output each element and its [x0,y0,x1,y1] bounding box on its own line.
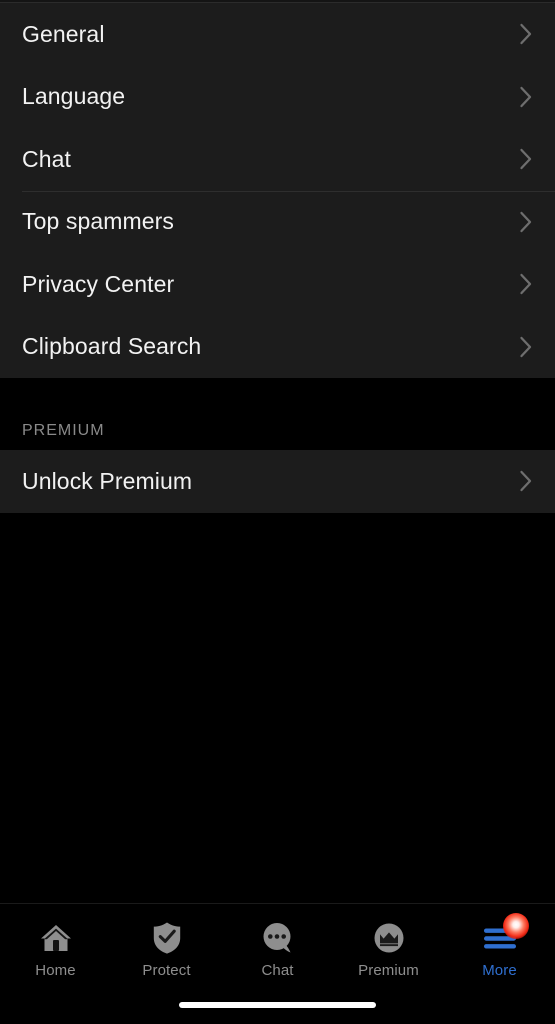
settings-row-language[interactable]: Language [0,65,555,128]
tab-list: Home Protect Chat Premium More [0,904,555,985]
settings-row-chat[interactable]: Chat [0,128,555,191]
settings-row-top-spammers[interactable]: Top spammers [0,190,555,253]
settings-row-label: Chat [22,145,71,172]
crown-circle-icon [369,918,409,958]
tab-label: Chat [261,962,294,979]
section-gap [0,378,555,387]
tab-chat[interactable]: Chat [222,918,333,978]
app-screen: General Language Chat Top spammers Priva… [0,0,555,1024]
bottom-tab-bar: Home Protect Chat Premium More [0,903,555,1024]
settings-group-general: General Language Chat Top spammers Priva… [0,3,555,378]
home-indicator-area [0,985,555,1024]
shield-check-icon [147,918,187,958]
chevron-right-icon [519,273,533,295]
settings-row-label: Clipboard Search [22,333,202,360]
settings-row-label: Language [22,83,126,110]
settings-row-label: General [22,20,105,47]
tab-more[interactable]: More [444,913,555,979]
hamburger-menu-icon [480,913,529,958]
tab-label: Protect [142,962,191,979]
tab-protect[interactable]: Protect [111,918,222,978]
settings-row-label: Unlock Premium [22,467,193,494]
tab-label: Home [35,962,76,979]
chat-bubble-icon [258,918,298,958]
settings-row-privacy-center[interactable]: Privacy Center [0,253,555,316]
tab-premium[interactable]: Premium [333,918,444,978]
settings-group-premium: Unlock Premium [0,450,555,513]
chevron-right-icon [519,470,533,492]
chevron-right-icon [519,86,533,108]
settings-row-label: Top spammers [22,208,175,235]
settings-row-unlock-premium[interactable]: Unlock Premium [0,450,555,513]
chevron-right-icon [519,148,533,170]
notification-badge [502,913,529,939]
chevron-right-icon [519,336,533,358]
section-header-label: PREMIUM [22,422,105,439]
tab-label: More [482,962,517,979]
settings-scroll-area[interactable]: General Language Chat Top spammers Priva… [0,0,555,903]
chevron-right-icon [519,23,533,45]
settings-row-label: Privacy Center [22,270,175,297]
section-header-premium: PREMIUM [0,387,555,450]
settings-row-clipboard-search[interactable]: Clipboard Search [0,315,555,378]
settings-row-general[interactable]: General [0,3,555,66]
chevron-right-icon [519,211,533,233]
home-icon [36,918,76,958]
tab-label: Premium [358,962,419,979]
home-indicator[interactable] [179,1001,376,1008]
tab-home[interactable]: Home [0,918,111,978]
